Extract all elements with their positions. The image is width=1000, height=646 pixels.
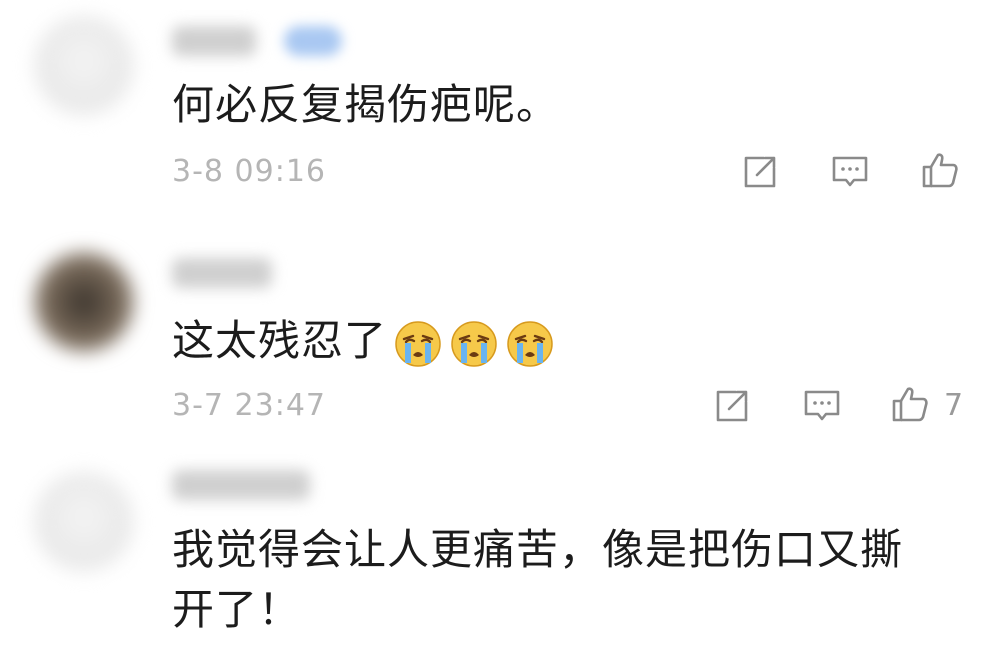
comment-icon (804, 390, 840, 421)
like-count: 7 (944, 388, 964, 423)
crying-face-icon (505, 319, 555, 369)
thumbs-up-icon (922, 153, 958, 188)
crying-face-icon (449, 319, 499, 369)
comment-time: 3-7 23:47 (172, 388, 326, 423)
comment-text: 我觉得会让人更痛苦，像是把伤口又撕开了！ (172, 525, 904, 634)
share-icon (744, 156, 776, 188)
user-badge (284, 26, 342, 56)
reply-button[interactable] (802, 386, 842, 426)
avatar[interactable] (34, 472, 134, 572)
crying-face-icon (393, 319, 443, 369)
avatar[interactable] (34, 252, 134, 352)
avatar[interactable] (34, 16, 134, 116)
comment-icon (832, 156, 868, 187)
username-blurred[interactable] (172, 470, 310, 500)
reply-button[interactable] (830, 152, 870, 192)
share-button[interactable] (712, 386, 752, 426)
comment-time: 3-8 09:16 (172, 154, 326, 189)
comment-text: 何必反复揭伤疤呢。 (172, 80, 560, 129)
like-button[interactable] (890, 384, 930, 424)
username-blurred[interactable] (172, 258, 272, 288)
share-button[interactable] (740, 152, 780, 192)
username-blurred[interactable] (172, 26, 256, 56)
comment-text: 这太残忍了 (172, 312, 555, 370)
comment-text-content: 这太残忍了 (172, 316, 388, 365)
thumbs-up-icon (892, 387, 928, 422)
like-button[interactable] (920, 150, 960, 190)
share-icon (716, 390, 748, 422)
